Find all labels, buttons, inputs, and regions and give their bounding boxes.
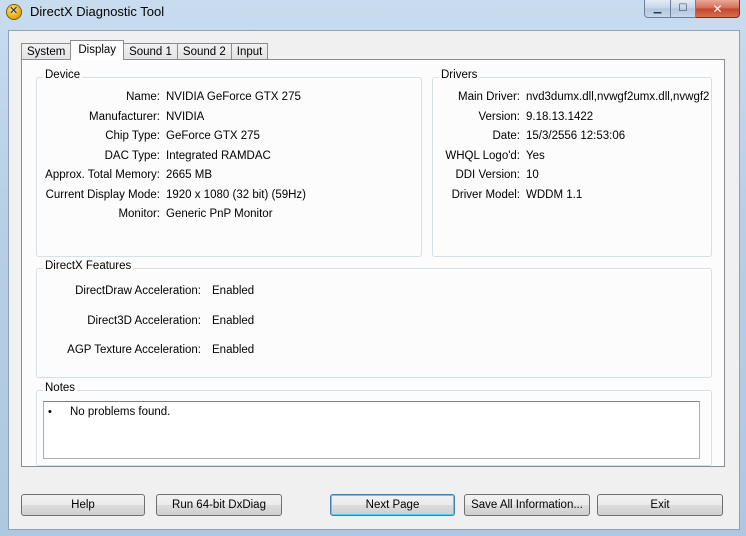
agp-texture-label: AGP Texture Acceleration: xyxy=(67,344,201,356)
features-group-title: DirectX Features xyxy=(43,260,134,272)
display-mode-row: Current Display Mode: 1920 x 1080 (32 bi… xyxy=(37,189,417,205)
driver-date-row: Date: 15/3/2556 12:53:06 xyxy=(433,130,707,146)
agp-texture-row: AGP Texture Acceleration: Enabled xyxy=(37,344,697,360)
manufacturer-row: Manufacturer: NVIDIA xyxy=(37,111,417,127)
minimize-icon: ▁ xyxy=(653,3,662,14)
notes-textbox[interactable]: • No problems found. xyxy=(43,401,700,459)
driver-date-label: Date: xyxy=(492,130,521,142)
ddi-version-label: DDI Version: xyxy=(455,169,520,181)
whql-label: WHQL Logo'd: xyxy=(445,150,520,162)
maximize-icon: ☐ xyxy=(678,3,688,14)
close-button[interactable]: ✕ xyxy=(696,0,740,18)
note-bullet: • xyxy=(48,406,52,418)
device-group-title: Device xyxy=(43,69,83,81)
direct3d-row: Direct3D Acceleration: Enabled xyxy=(37,315,697,331)
maximize-button[interactable]: ☐ xyxy=(671,0,696,18)
note-item: No problems found. xyxy=(70,406,171,418)
window-title: DirectX Diagnostic Tool xyxy=(30,4,165,19)
driver-model-label: Driver Model: xyxy=(451,189,520,201)
driver-model-row: Driver Model: WDDM 1.1 xyxy=(433,189,707,205)
ddi-version-value: 10 xyxy=(526,169,539,181)
monitor-row: Monitor: Generic PnP Monitor xyxy=(37,208,417,224)
notes-group: Notes • No problems found. xyxy=(36,382,712,466)
total-memory-label: Approx. Total Memory: xyxy=(45,169,160,181)
window-frame: DirectX Diagnostic Tool ▁ ☐ ✕ System Dis… xyxy=(0,0,746,536)
main-driver-value: nvd3dumx.dll,nvwgf2umx.dll,nvwgf2 xyxy=(526,91,710,103)
chip-type-row: Chip Type: GeForce GTX 275 xyxy=(37,130,417,146)
display-tab-panel: Device Name: NVIDIA GeForce GTX 275 Manu… xyxy=(21,59,725,467)
device-name-value: NVIDIA GeForce GTX 275 xyxy=(166,91,301,103)
next-page-button[interactable]: Next Page xyxy=(330,494,455,516)
dac-type-value: Integrated RAMDAC xyxy=(166,150,271,162)
directdraw-value: Enabled xyxy=(212,285,255,297)
manufacturer-label: Manufacturer: xyxy=(89,111,160,123)
driver-version-row: Version: 9.18.13.1422 xyxy=(433,111,707,127)
chip-type-label: Chip Type: xyxy=(105,130,160,142)
tab-strip: System Display Sound 1 Sound 2 Input xyxy=(21,40,269,60)
driver-model-value: WDDM 1.1 xyxy=(526,189,583,201)
manufacturer-value: NVIDIA xyxy=(166,111,205,123)
agp-texture-value: Enabled xyxy=(212,344,255,356)
directx-features-group: DirectX Features DirectDraw Acceleration… xyxy=(36,260,712,378)
driver-date-value: 15/3/2556 12:53:06 xyxy=(526,130,626,142)
drivers-group: Drivers Main Driver: nvd3dumx.dll,nvwgf2… xyxy=(432,69,712,257)
save-all-information-button[interactable]: Save All Information... xyxy=(464,494,590,516)
total-memory-value: 2665 MB xyxy=(166,169,213,181)
device-name-row: Name: NVIDIA GeForce GTX 275 xyxy=(37,91,417,107)
total-memory-row: Approx. Total Memory: 2665 MB xyxy=(37,169,417,185)
direct3d-value: Enabled xyxy=(212,315,255,327)
tab-sound-1[interactable]: Sound 1 xyxy=(123,43,178,60)
display-mode-label: Current Display Mode: xyxy=(45,189,160,201)
device-name-label: Name: xyxy=(126,91,160,103)
monitor-value: Generic PnP Monitor xyxy=(166,208,273,220)
driver-version-value: 9.18.13.1422 xyxy=(526,111,594,123)
close-icon: ✕ xyxy=(712,1,723,16)
display-mode-value: 1920 x 1080 (32 bit) (59Hz) xyxy=(166,189,306,201)
tab-input[interactable]: Input xyxy=(230,43,269,60)
directdraw-row: DirectDraw Acceleration: Enabled xyxy=(37,285,697,301)
tab-display[interactable]: Display xyxy=(70,40,125,60)
drivers-group-title: Drivers xyxy=(439,69,480,81)
dac-type-label: DAC Type: xyxy=(104,150,160,162)
direct3d-label: Direct3D Acceleration: xyxy=(87,315,201,327)
whql-value: Yes xyxy=(526,150,545,162)
notes-group-title: Notes xyxy=(43,382,78,394)
help-button[interactable]: Help xyxy=(21,494,145,516)
main-driver-row: Main Driver: nvd3dumx.dll,nvwgf2umx.dll,… xyxy=(433,91,710,107)
device-group: Device Name: NVIDIA GeForce GTX 275 Manu… xyxy=(36,69,422,257)
dialog-client-area: System Display Sound 1 Sound 2 Input Dev… xyxy=(8,30,740,530)
minimize-button[interactable]: ▁ xyxy=(644,0,671,18)
dac-type-row: DAC Type: Integrated RAMDAC xyxy=(37,150,417,166)
tab-sound-2[interactable]: Sound 2 xyxy=(176,43,232,60)
whql-row: WHQL Logo'd: Yes xyxy=(433,150,707,166)
exit-button[interactable]: Exit xyxy=(597,494,723,516)
chip-type-value: GeForce GTX 275 xyxy=(166,130,260,142)
run-64bit-dxdiag-button[interactable]: Run 64-bit DxDiag xyxy=(156,494,282,516)
directdraw-label: DirectDraw Acceleration: xyxy=(75,285,201,297)
directx-app-icon[interactable] xyxy=(7,4,21,19)
title-bar[interactable]: DirectX Diagnostic Tool ▁ ☐ ✕ xyxy=(0,0,746,24)
main-driver-label: Main Driver: xyxy=(458,91,520,103)
driver-version-label: Version: xyxy=(478,111,520,123)
tab-system[interactable]: System xyxy=(21,43,72,60)
monitor-label: Monitor: xyxy=(118,208,160,220)
caption-buttons: ▁ ☐ ✕ xyxy=(644,0,740,18)
ddi-version-row: DDI Version: 10 xyxy=(433,169,707,185)
